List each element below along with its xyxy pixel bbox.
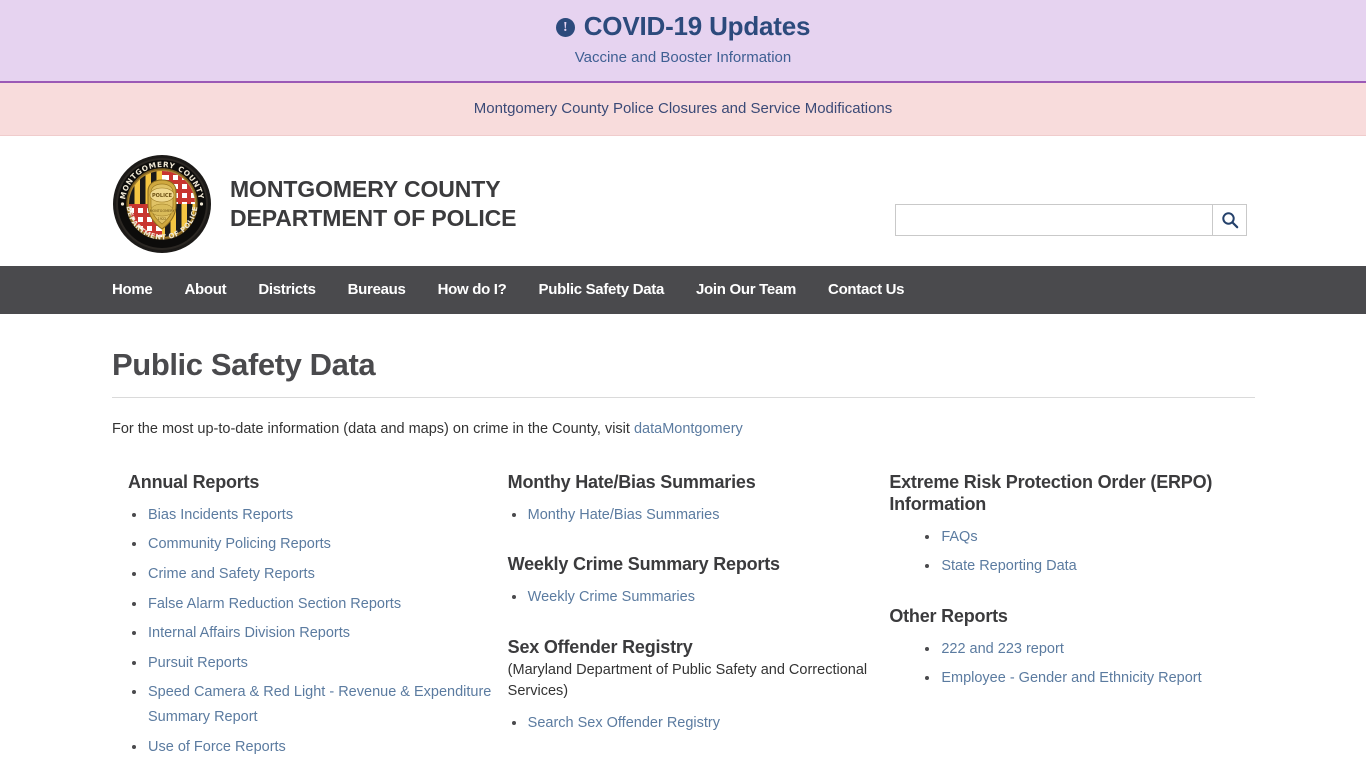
list-item: State Reporting Data bbox=[921, 554, 1254, 579]
column-erpo-other: Extreme Risk Protection Order (ERPO) Inf… bbox=[889, 472, 1254, 765]
other-reports-list: 222 and 223 report Employee - Gender and… bbox=[889, 637, 1254, 691]
datamontgomery-link[interactable]: dataMontgomery bbox=[634, 421, 743, 437]
link-bias-incidents-reports[interactable]: Bias Incidents Reports bbox=[148, 507, 293, 523]
link-use-of-force-reports[interactable]: Use of Force Reports bbox=[148, 739, 286, 755]
sex-offender-registry-list: Search Sex Offender Registry bbox=[508, 711, 890, 736]
list-item: False Alarm Reduction Section Reports bbox=[128, 592, 508, 617]
main-navigation: Home About Districts Bureaus How do I? P… bbox=[0, 265, 1366, 314]
closure-alert-text[interactable]: Montgomery County Police Closures and Se… bbox=[20, 100, 1346, 118]
brand-block[interactable]: POLICE MONTGOMERY 1922 MONTGOMERY COUNTY… bbox=[112, 154, 516, 254]
link-erpo-faqs[interactable]: FAQs bbox=[941, 529, 977, 545]
list-item: Search Sex Offender Registry bbox=[508, 711, 890, 736]
svg-text:MONTGOMERY: MONTGOMERY bbox=[150, 209, 176, 213]
site-search bbox=[895, 203, 1247, 236]
covid-alert-banner[interactable]: ! COVID-19 Updates Vaccine and Booster I… bbox=[0, 0, 1366, 83]
svg-text:1922: 1922 bbox=[158, 217, 167, 221]
exclamation-circle-icon: ! bbox=[555, 18, 575, 38]
list-item: Employee - Gender and Ethnicity Report bbox=[921, 666, 1254, 691]
search-input[interactable] bbox=[895, 203, 1212, 236]
closure-alert-banner[interactable]: Montgomery County Police Closures and Se… bbox=[0, 82, 1366, 136]
link-state-reporting-data[interactable]: State Reporting Data bbox=[941, 558, 1076, 574]
nav-item-bureaus[interactable]: Bureaus bbox=[348, 281, 406, 298]
nav-item-how-do-i[interactable]: How do I? bbox=[438, 281, 507, 298]
section-heading-erpo-information: Extreme Risk Protection Order (ERPO) Inf… bbox=[889, 471, 1213, 514]
intro-paragraph: For the most up-to-date information (dat… bbox=[112, 420, 1254, 440]
page-title: Public Safety Data bbox=[112, 346, 376, 382]
section-heading-monthly-hate-bias: Monthy Hate/Bias Summaries bbox=[507, 471, 756, 492]
list-item: Bias Incidents Reports bbox=[128, 503, 508, 528]
link-internal-affairs-reports[interactable]: Internal Affairs Division Reports bbox=[148, 625, 350, 641]
link-speed-camera-red-light-report[interactable]: Speed Camera & Red Light - Revenue & Exp… bbox=[148, 684, 491, 725]
monthly-hate-bias-list: Monthy Hate/Bias Summaries bbox=[508, 503, 890, 528]
link-monthy-hate-bias-summaries[interactable]: Monthy Hate/Bias Summaries bbox=[528, 507, 720, 523]
title-divider bbox=[112, 397, 1255, 399]
section-heading-other-reports: Other Reports bbox=[889, 605, 1008, 626]
section-heading-weekly-crime-summary: Weekly Crime Summary Reports bbox=[507, 554, 780, 575]
site-masthead: POLICE MONTGOMERY 1922 MONTGOMERY COUNTY… bbox=[0, 135, 1366, 266]
covid-alert-title: ! COVID-19 Updates bbox=[555, 11, 811, 42]
link-222-and-223-report[interactable]: 222 and 223 report bbox=[941, 641, 1064, 657]
nav-item-home[interactable]: Home bbox=[112, 281, 153, 298]
link-pursuit-reports[interactable]: Pursuit Reports bbox=[148, 655, 248, 671]
nav-item-join-our-team[interactable]: Join Our Team bbox=[696, 281, 796, 298]
list-item: Pursuit Reports bbox=[128, 651, 508, 676]
link-search-sex-offender-registry[interactable]: Search Sex Offender Registry bbox=[528, 715, 720, 731]
list-item: Weekly Crime Summaries bbox=[508, 585, 890, 610]
intro-text: For the most up-to-date information (dat… bbox=[112, 421, 634, 438]
list-item: Internal Affairs Division Reports bbox=[128, 621, 508, 646]
search-button[interactable] bbox=[1212, 203, 1247, 236]
erpo-list: FAQs State Reporting Data bbox=[889, 525, 1254, 579]
section-heading-annual-reports: Annual Reports bbox=[128, 471, 260, 492]
sex-offender-registry-subtitle: (Maryland Department of Public Safety an… bbox=[507, 661, 868, 699]
page-content: Public Safety Data For the most up-to-da… bbox=[0, 346, 1366, 768]
list-item: 222 and 223 report bbox=[921, 637, 1254, 662]
list-item: Community Policing Reports bbox=[128, 532, 508, 557]
list-item: Crime and Safety Reports bbox=[128, 562, 508, 587]
list-item: Speed Camera & Red Light - Revenue & Exp… bbox=[128, 680, 508, 729]
section-heading-sex-offender-registry: Sex Offender Registry bbox=[507, 636, 693, 657]
list-item: Use of Force Reports bbox=[128, 735, 508, 760]
site-title: MONTGOMERY COUNTY DEPARTMENT OF POLICE bbox=[230, 176, 517, 231]
covid-alert-subtitle[interactable]: Vaccine and Booster Information bbox=[20, 49, 1346, 67]
search-icon bbox=[1221, 212, 1238, 229]
svg-text:POLICE: POLICE bbox=[152, 193, 173, 199]
nav-item-districts[interactable]: Districts bbox=[258, 281, 316, 298]
nav-item-public-safety-data[interactable]: Public Safety Data bbox=[539, 281, 665, 298]
nav-item-about[interactable]: About bbox=[184, 281, 226, 298]
nav-item-contact-us[interactable]: Contact Us bbox=[828, 281, 904, 298]
link-crime-and-safety-reports[interactable]: Crime and Safety Reports bbox=[148, 566, 315, 582]
column-annual-reports: Annual Reports Bias Incidents Reports Co… bbox=[128, 472, 508, 765]
weekly-crime-list: Weekly Crime Summaries bbox=[508, 585, 890, 610]
covid-alert-title-text: COVID-19 Updates bbox=[583, 11, 811, 41]
column-summaries: Monthy Hate/Bias Summaries Monthy Hate/B… bbox=[508, 472, 890, 765]
link-employee-gender-ethnicity-report[interactable]: Employee - Gender and Ethnicity Report bbox=[941, 670, 1201, 686]
link-community-policing-reports[interactable]: Community Policing Reports bbox=[148, 536, 331, 552]
link-weekly-crime-summaries[interactable]: Weekly Crime Summaries bbox=[528, 589, 695, 605]
list-item: FAQs bbox=[921, 525, 1254, 550]
montgomery-county-police-seal-icon: POLICE MONTGOMERY 1922 MONTGOMERY COUNTY… bbox=[113, 154, 211, 253]
annual-reports-list: Bias Incidents Reports Community Policin… bbox=[128, 503, 508, 760]
link-false-alarm-reduction-reports[interactable]: False Alarm Reduction Section Reports bbox=[148, 596, 401, 612]
reports-columns: Annual Reports Bias Incidents Reports Co… bbox=[112, 472, 1254, 765]
list-item: Monthy Hate/Bias Summaries bbox=[508, 503, 890, 528]
